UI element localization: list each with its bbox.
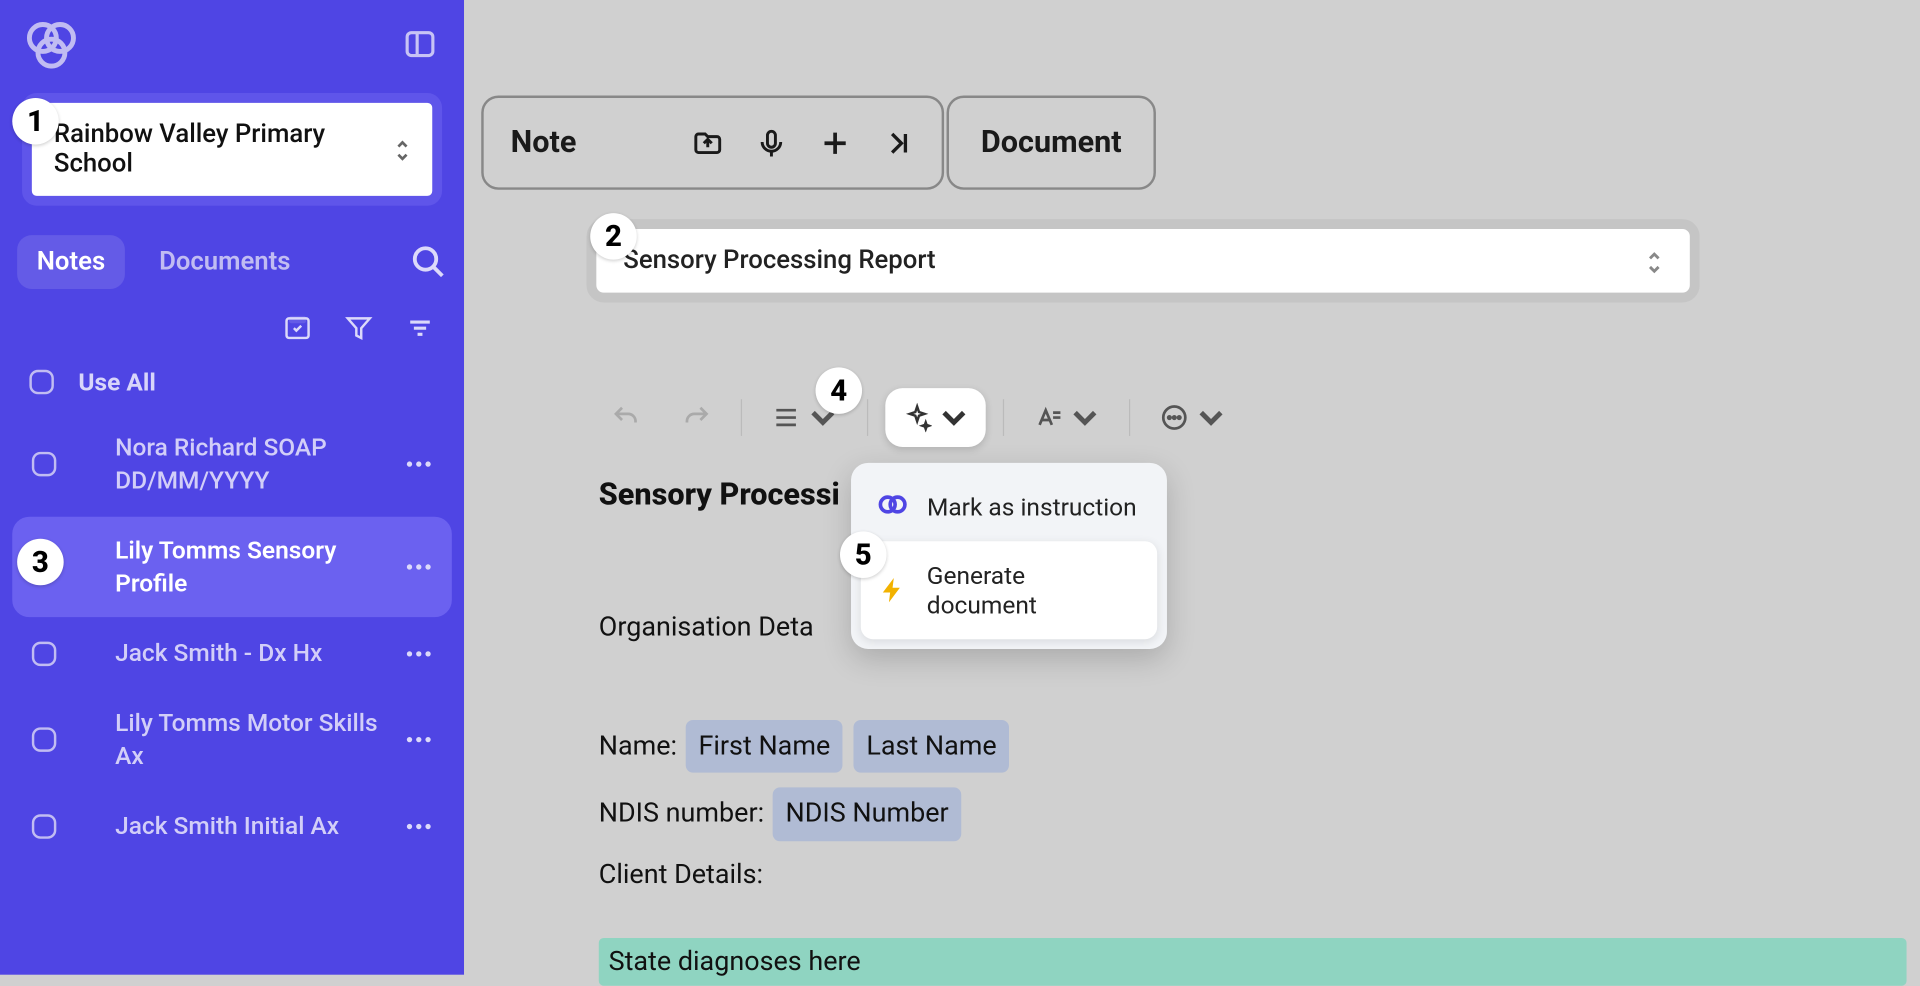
chevron-updown-icon (1646, 250, 1663, 272)
main-tab-note-label: Note (511, 125, 577, 161)
callout-5: 5 (840, 531, 887, 578)
note-title: Lily Tomms Sensory Profile (78, 534, 380, 600)
note-row[interactable]: Nora Richard SOAP DD/MM/YYYY (12, 414, 452, 514)
main-tab-document-label: Document (981, 125, 1122, 161)
callout-2: 2 (590, 213, 637, 260)
ellipsis-icon[interactable] (403, 551, 435, 583)
main-tab-note[interactable]: Note (481, 96, 944, 190)
template-selector[interactable]: Sensory Processing Report (587, 219, 1700, 302)
callout-4: 4 (816, 367, 863, 414)
plus-icon[interactable] (819, 127, 851, 159)
note-row[interactable]: Lily Tomms Sensory Profile (12, 517, 452, 617)
note-checkbox[interactable] (32, 452, 56, 476)
mark-instruction-icon (878, 492, 907, 521)
collapse-icon[interactable] (883, 127, 915, 159)
ellipsis-icon[interactable] (403, 637, 435, 669)
app-logo (27, 20, 78, 69)
archive-icon[interactable] (283, 313, 312, 342)
separator (1129, 399, 1130, 436)
redo-button[interactable] (670, 393, 724, 442)
filter-icon[interactable] (344, 313, 373, 342)
ndis-placeholder[interactable]: NDIS Number (773, 788, 961, 841)
org-selector[interactable]: Rainbow Valley Primary School (22, 93, 442, 206)
use-all-label: Use All (78, 367, 155, 396)
use-all-checkbox[interactable] (29, 370, 53, 394)
note-row[interactable]: Jack Smith - Dx Hx (12, 620, 452, 687)
notes-list: Nora Richard SOAP DD/MM/YYYY Lily Tomms … (0, 409, 464, 865)
note-row[interactable]: Jack Smith Initial Ax (12, 792, 452, 859)
note-checkbox[interactable] (32, 814, 56, 838)
note-checkbox[interactable] (32, 641, 56, 665)
ellipsis-icon[interactable] (403, 448, 435, 480)
mark-as-instruction-item[interactable]: Mark as instruction (861, 473, 1157, 542)
note-title: Lily Tomms Motor Skills Ax (78, 707, 380, 773)
ndis-label: NDIS number: (599, 799, 764, 830)
sidebar: Rainbow Valley Primary School Notes Docu… (0, 0, 464, 975)
import-icon[interactable] (692, 127, 724, 159)
mic-icon[interactable] (756, 127, 788, 159)
callout-1: 1 (12, 98, 59, 145)
generate-document-item[interactable]: Generate document (861, 541, 1157, 639)
main-area: Note Document Sensory Processing Report (464, 0, 1920, 975)
separator (741, 399, 742, 436)
main-tab-document[interactable]: Document (947, 96, 1156, 190)
ellipsis-icon[interactable] (403, 724, 435, 756)
note-row[interactable]: Lily Tomms Motor Skills Ax (12, 689, 452, 789)
more-button[interactable] (1147, 393, 1238, 442)
mark-as-instruction-label: Mark as instruction (927, 492, 1137, 521)
chevron-updown-icon (394, 138, 410, 160)
search-icon[interactable] (410, 244, 447, 281)
client-details-label: Client Details: (599, 853, 1920, 896)
separator (1003, 399, 1004, 436)
sort-icon[interactable] (405, 313, 434, 342)
doc-heading: Sensory Processi (599, 471, 1920, 520)
note-title: Jack Smith - Dx Hx (78, 637, 380, 670)
last-name-placeholder[interactable]: Last Name (854, 720, 1009, 773)
note-checkbox[interactable] (32, 727, 56, 751)
editor-toolbar (464, 302, 1920, 471)
lightning-icon (878, 576, 907, 605)
tab-documents[interactable]: Documents (139, 235, 310, 289)
generate-document-label: Generate document (927, 561, 1140, 620)
note-title: Jack Smith Initial Ax (78, 809, 380, 842)
first-name-placeholder[interactable]: First Name (686, 720, 842, 773)
callout-3: 3 (17, 539, 64, 586)
tab-notes[interactable]: Notes (17, 235, 125, 289)
text-style-button[interactable] (1021, 393, 1112, 442)
undo-button[interactable] (599, 393, 653, 442)
instruction-text[interactable]: State diagnoses here (599, 938, 1907, 986)
org-details-label: Organisation Deta (599, 606, 1920, 649)
note-title: Nora Richard SOAP DD/MM/YYYY (78, 431, 380, 497)
ai-menu-button[interactable] (885, 388, 985, 447)
document-body[interactable]: Sensory Processi Organisation Deta Name:… (464, 471, 1920, 985)
template-name: Sensory Processing Report (623, 246, 935, 275)
separator (867, 399, 868, 436)
ai-dropdown: Mark as instruction Generate document (851, 463, 1167, 649)
ellipsis-icon[interactable] (403, 810, 435, 842)
panel-toggle-icon[interactable] (403, 27, 437, 61)
name-label: Name: (599, 731, 677, 762)
org-name: Rainbow Valley Primary School (54, 120, 394, 179)
